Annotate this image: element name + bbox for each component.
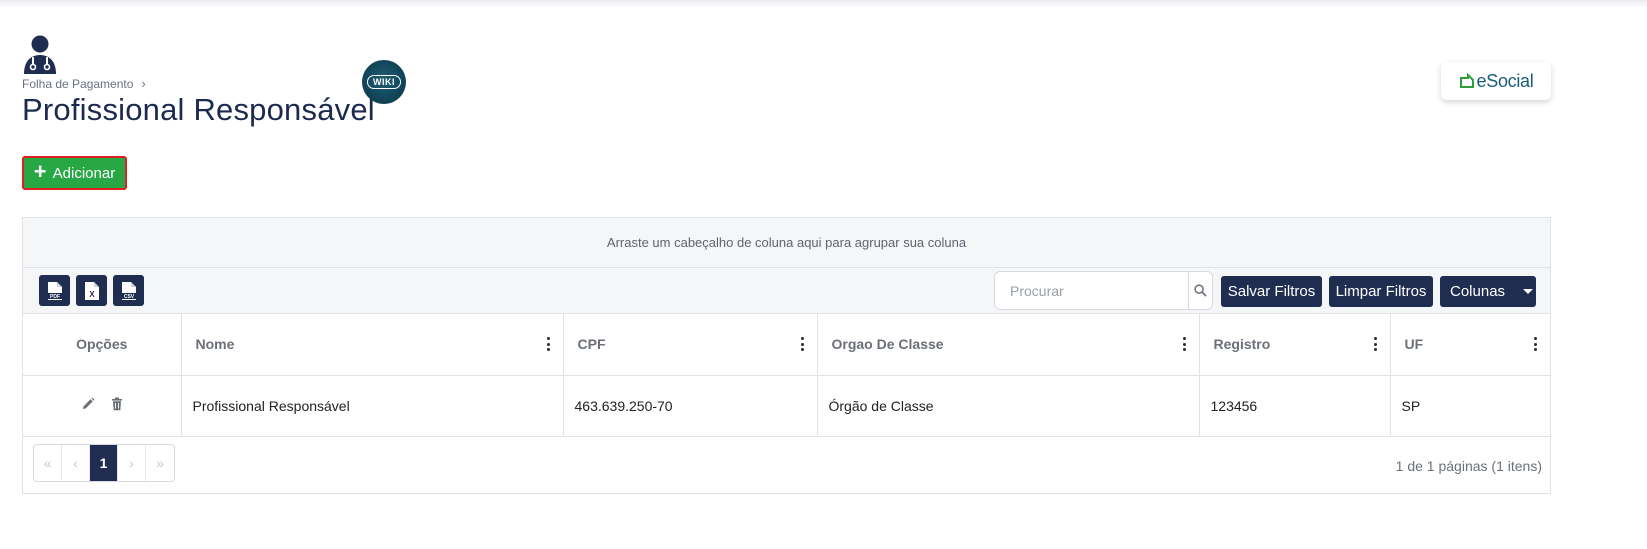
- grid-table: Opções Nome CPF Orgao De Classe Registro: [23, 314, 1550, 437]
- pdf-icon: PDF: [46, 281, 63, 300]
- column-header-orgao-label: Orgao De Classe: [831, 336, 944, 353]
- group-panel-text: Arraste um cabeçalho de coluna aqui para…: [606, 235, 967, 250]
- page-1-button[interactable]: 1: [90, 445, 118, 481]
- edit-button[interactable]: [81, 397, 95, 414]
- search-input[interactable]: [995, 272, 1189, 309]
- page-header: Folha de Pagamento › Profissional Respon…: [22, 34, 375, 128]
- column-header-cpf[interactable]: CPF: [563, 314, 818, 376]
- pager-info: 1 de 1 páginas (1 itens): [1395, 458, 1542, 474]
- caret-down-icon: [1523, 289, 1534, 294]
- add-button[interactable]: + Adicionar: [22, 156, 127, 190]
- trash-icon: [111, 397, 122, 411]
- column-header-orgao[interactable]: Orgao De Classe: [817, 314, 1200, 376]
- kebab-menu-icon[interactable]: [1373, 337, 1378, 352]
- esocial-leaf-icon: [1459, 73, 1474, 88]
- pdf-icon-text: PDF: [50, 294, 60, 300]
- next-page-button[interactable]: ›: [118, 445, 146, 481]
- search-button[interactable]: [1189, 284, 1212, 297]
- last-page-button[interactable]: »: [146, 445, 174, 481]
- columns-dropdown[interactable]: Colunas: [1440, 276, 1536, 307]
- grid-toolbar: PDF X CSV Procurar Salvar Filtros Limpar…: [23, 268, 1550, 314]
- page-title: Profissional Responsável: [22, 92, 375, 127]
- delete-button[interactable]: [111, 397, 123, 414]
- first-page-button[interactable]: «: [34, 445, 62, 481]
- breadcrumb-parent[interactable]: Folha de Pagamento: [22, 77, 133, 91]
- columns-label: Colunas: [1450, 283, 1506, 300]
- group-panel[interactable]: Arraste um cabeçalho de coluna aqui para…: [23, 218, 1550, 268]
- pagination: « ‹ 1 › »: [33, 444, 175, 482]
- column-header-opcoes: Opções: [23, 314, 182, 376]
- kebab-menu-icon[interactable]: [1182, 337, 1187, 352]
- search-icon: [1194, 284, 1207, 297]
- esocial-logo[interactable]: eSocial: [1441, 62, 1551, 100]
- search-box: [994, 271, 1213, 310]
- export-xls-button[interactable]: X: [76, 275, 107, 306]
- wiki-label: WIKI: [367, 75, 401, 89]
- esocial-text: eSocial: [1476, 70, 1534, 91]
- save-filters-label: Salvar Filtros: [1227, 283, 1316, 300]
- cell-registro: 123456: [1199, 375, 1391, 437]
- column-header-nome-label: Nome: [195, 336, 235, 353]
- breadcrumb: Folha de Pagamento ›: [22, 76, 375, 91]
- wiki-button[interactable]: WIKI: [362, 60, 406, 104]
- export-pdf-button[interactable]: PDF: [39, 275, 70, 306]
- xls-icon-text: X: [89, 290, 95, 299]
- add-button-label: Adicionar: [52, 164, 116, 182]
- data-grid: Arraste um cabeçalho de coluna aqui para…: [22, 217, 1551, 494]
- cell-cpf: 463.639.250-70: [563, 375, 818, 437]
- chevron-right-icon: ›: [141, 76, 146, 91]
- cell-orgao: Órgão de Classe: [817, 375, 1200, 437]
- clear-filters-label: Limpar Filtros: [1335, 283, 1427, 300]
- column-header-registro-label: Registro: [1213, 336, 1271, 353]
- header-row: Opções Nome CPF Orgao De Classe Registro: [23, 314, 1550, 376]
- plus-icon: +: [33, 159, 47, 184]
- clear-filters-button[interactable]: Limpar Filtros: [1329, 276, 1433, 307]
- csv-icon: CSV: [120, 281, 137, 300]
- profile-icon: [24, 35, 56, 74]
- save-filters-button[interactable]: Salvar Filtros: [1221, 276, 1322, 307]
- column-header-cpf-label: CPF: [577, 336, 606, 353]
- prev-page-button[interactable]: ‹: [62, 445, 90, 481]
- kebab-menu-icon[interactable]: [1534, 337, 1538, 352]
- cell-uf: SP: [1390, 375, 1550, 437]
- table-row[interactable]: Profissional Responsável 463.639.250-70 …: [23, 375, 1550, 437]
- top-shadow: [0, 0, 1647, 8]
- column-header-uf[interactable]: UF: [1390, 314, 1550, 376]
- kebab-menu-icon[interactable]: [546, 337, 551, 352]
- column-header-nome[interactable]: Nome: [181, 314, 564, 376]
- kebab-menu-icon[interactable]: [800, 337, 805, 352]
- column-header-registro[interactable]: Registro: [1199, 314, 1391, 376]
- xls-icon: X: [84, 281, 99, 300]
- cell-nome: Profissional Responsável: [181, 375, 564, 437]
- export-csv-button[interactable]: CSV: [113, 275, 144, 306]
- pencil-icon: [82, 397, 95, 410]
- row-options: [23, 375, 182, 437]
- column-header-uf-label: UF: [1404, 336, 1424, 353]
- csv-icon-text: CSV: [123, 294, 134, 300]
